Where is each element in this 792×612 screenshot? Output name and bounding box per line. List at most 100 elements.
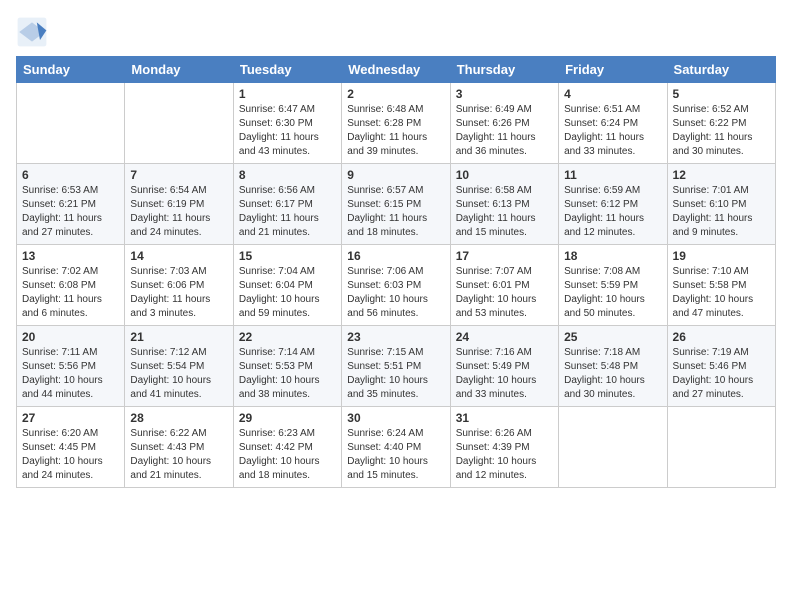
calendar-cell: 18 Sunrise: 7:08 AM Sunset: 5:59 PM Dayli… bbox=[559, 245, 667, 326]
day-info: Sunrise: 6:49 AM Sunset: 6:26 PM Dayligh… bbox=[456, 103, 553, 159]
day-info: Sunrise: 7:18 AM Sunset: 5:48 PM Dayligh… bbox=[564, 346, 661, 402]
calendar-cell: 17 Sunrise: 7:07 AM Sunset: 6:01 PM Dayli… bbox=[450, 245, 558, 326]
calendar-week-5: 27 Sunrise: 6:20 AM Sunset: 4:45 PM Dayli… bbox=[17, 407, 776, 488]
calendar-cell: 23Sunrise: 7:15 AM Sunset: 5:51 PM Dayli… bbox=[342, 326, 450, 407]
calendar-cell: 25 Sunrise: 7:18 AM Sunset: 5:48 PM Dayli… bbox=[559, 326, 667, 407]
day-number: 7 bbox=[130, 168, 227, 182]
day-info: Sunrise: 7:07 AM Sunset: 6:01 PM Dayligh… bbox=[456, 265, 553, 321]
calendar-cell bbox=[667, 407, 775, 488]
day-number: 3 bbox=[456, 87, 553, 101]
day-info: Sunrise: 7:10 AM Sunset: 5:58 PM Dayligh… bbox=[673, 265, 770, 321]
calendar-cell: 4Sunrise: 6:51 AM Sunset: 6:24 PM Daylig… bbox=[559, 83, 667, 164]
weekday-header-friday: Friday bbox=[559, 57, 667, 83]
calendar-week-2: 6 Sunrise: 6:53 AM Sunset: 6:21 PM Daylig… bbox=[17, 164, 776, 245]
day-number: 26 bbox=[673, 330, 770, 344]
calendar-cell: 21Sunrise: 7:12 AM Sunset: 5:54 PM Dayli… bbox=[125, 326, 233, 407]
weekday-header-wednesday: Wednesday bbox=[342, 57, 450, 83]
day-info: Sunrise: 6:48 AM Sunset: 6:28 PM Dayligh… bbox=[347, 103, 444, 159]
calendar-week-4: 20 Sunrise: 7:11 AM Sunset: 5:56 PM Dayli… bbox=[17, 326, 776, 407]
calendar-cell: 30 Sunrise: 6:24 AM Sunset: 4:40 PM Dayli… bbox=[342, 407, 450, 488]
calendar-cell: 14 Sunrise: 7:03 AM Sunset: 6:06 PM Dayli… bbox=[125, 245, 233, 326]
day-number: 17 bbox=[456, 249, 553, 263]
calendar-cell bbox=[125, 83, 233, 164]
calendar-cell: 10Sunrise: 6:58 AM Sunset: 6:13 PM Dayli… bbox=[450, 164, 558, 245]
calendar-cell: 2 Sunrise: 6:48 AM Sunset: 6:28 PM Daylig… bbox=[342, 83, 450, 164]
calendar-cell: 13 Sunrise: 7:02 AM Sunset: 6:08 PM Dayli… bbox=[17, 245, 125, 326]
weekday-header-saturday: Saturday bbox=[667, 57, 775, 83]
day-number: 16 bbox=[347, 249, 444, 263]
day-number: 28 bbox=[130, 411, 227, 425]
day-number: 12 bbox=[673, 168, 770, 182]
day-number: 27 bbox=[22, 411, 119, 425]
day-number: 22 bbox=[239, 330, 336, 344]
day-info: Sunrise: 7:06 AM Sunset: 6:03 PM Dayligh… bbox=[347, 265, 444, 321]
day-number: 25 bbox=[564, 330, 661, 344]
calendar-cell bbox=[17, 83, 125, 164]
day-number: 13 bbox=[22, 249, 119, 263]
day-number: 31 bbox=[456, 411, 553, 425]
calendar-cell: 15Sunrise: 7:04 AM Sunset: 6:04 PM Dayli… bbox=[233, 245, 341, 326]
day-number: 14 bbox=[130, 249, 227, 263]
calendar-cell: 20 Sunrise: 7:11 AM Sunset: 5:56 PM Dayli… bbox=[17, 326, 125, 407]
day-number: 4 bbox=[564, 87, 661, 101]
day-number: 30 bbox=[347, 411, 444, 425]
weekday-header-thursday: Thursday bbox=[450, 57, 558, 83]
weekday-header-row: SundayMondayTuesdayWednesdayThursdayFrid… bbox=[17, 57, 776, 83]
day-number: 2 bbox=[347, 87, 444, 101]
calendar-cell: 31 Sunrise: 6:26 AM Sunset: 4:39 PM Dayli… bbox=[450, 407, 558, 488]
day-info: Sunrise: 6:26 AM Sunset: 4:39 PM Dayligh… bbox=[456, 427, 553, 483]
day-info: Sunrise: 7:11 AM Sunset: 5:56 PM Dayligh… bbox=[22, 346, 119, 402]
weekday-header-sunday: Sunday bbox=[17, 57, 125, 83]
day-number: 24 bbox=[456, 330, 553, 344]
day-number: 20 bbox=[22, 330, 119, 344]
day-info: Sunrise: 7:03 AM Sunset: 6:06 PM Dayligh… bbox=[130, 265, 227, 321]
day-number: 11 bbox=[564, 168, 661, 182]
day-number: 8 bbox=[239, 168, 336, 182]
calendar-cell: 27 Sunrise: 6:20 AM Sunset: 4:45 PM Dayli… bbox=[17, 407, 125, 488]
calendar-cell: 29Sunrise: 6:23 AM Sunset: 4:42 PM Dayli… bbox=[233, 407, 341, 488]
day-info: Sunrise: 6:22 AM Sunset: 4:43 PM Dayligh… bbox=[130, 427, 227, 483]
calendar-cell: 26 Sunrise: 7:19 AM Sunset: 5:46 PM Dayli… bbox=[667, 326, 775, 407]
day-number: 9 bbox=[347, 168, 444, 182]
day-info: Sunrise: 6:47 AM Sunset: 6:30 PM Dayligh… bbox=[239, 103, 336, 159]
logo bbox=[16, 16, 52, 48]
day-info: Sunrise: 6:52 AM Sunset: 6:22 PM Dayligh… bbox=[673, 103, 770, 159]
day-info: Sunrise: 7:01 AM Sunset: 6:10 PM Dayligh… bbox=[673, 184, 770, 240]
day-number: 18 bbox=[564, 249, 661, 263]
weekday-header-monday: Monday bbox=[125, 57, 233, 83]
calendar-week-3: 13 Sunrise: 7:02 AM Sunset: 6:08 PM Dayli… bbox=[17, 245, 776, 326]
day-info: Sunrise: 6:23 AM Sunset: 4:42 PM Dayligh… bbox=[239, 427, 336, 483]
day-number: 10 bbox=[456, 168, 553, 182]
day-number: 1 bbox=[239, 87, 336, 101]
day-number: 15 bbox=[239, 249, 336, 263]
day-info: Sunrise: 7:14 AM Sunset: 5:53 PM Dayligh… bbox=[239, 346, 336, 402]
day-info: Sunrise: 6:59 AM Sunset: 6:12 PM Dayligh… bbox=[564, 184, 661, 240]
day-info: Sunrise: 7:02 AM Sunset: 6:08 PM Dayligh… bbox=[22, 265, 119, 321]
day-info: Sunrise: 7:08 AM Sunset: 5:59 PM Dayligh… bbox=[564, 265, 661, 321]
calendar-cell: 6 Sunrise: 6:53 AM Sunset: 6:21 PM Daylig… bbox=[17, 164, 125, 245]
calendar-cell: 16 Sunrise: 7:06 AM Sunset: 6:03 PM Dayli… bbox=[342, 245, 450, 326]
calendar-cell: 19 Sunrise: 7:10 AM Sunset: 5:58 PM Dayli… bbox=[667, 245, 775, 326]
calendar-cell: 1 Sunrise: 6:47 AM Sunset: 6:30 PM Daylig… bbox=[233, 83, 341, 164]
day-number: 6 bbox=[22, 168, 119, 182]
day-number: 23 bbox=[347, 330, 444, 344]
calendar-cell: 28 Sunrise: 6:22 AM Sunset: 4:43 PM Dayli… bbox=[125, 407, 233, 488]
day-info: Sunrise: 6:57 AM Sunset: 6:15 PM Dayligh… bbox=[347, 184, 444, 240]
day-number: 19 bbox=[673, 249, 770, 263]
day-info: Sunrise: 6:24 AM Sunset: 4:40 PM Dayligh… bbox=[347, 427, 444, 483]
weekday-header-tuesday: Tuesday bbox=[233, 57, 341, 83]
day-info: Sunrise: 6:20 AM Sunset: 4:45 PM Dayligh… bbox=[22, 427, 119, 483]
calendar-cell: 22 Sunrise: 7:14 AM Sunset: 5:53 PM Dayli… bbox=[233, 326, 341, 407]
calendar-table: SundayMondayTuesdayWednesdayThursdayFrid… bbox=[16, 56, 776, 488]
day-number: 21 bbox=[130, 330, 227, 344]
day-info: Sunrise: 6:54 AM Sunset: 6:19 PM Dayligh… bbox=[130, 184, 227, 240]
logo-icon bbox=[16, 16, 48, 48]
day-info: Sunrise: 6:53 AM Sunset: 6:21 PM Dayligh… bbox=[22, 184, 119, 240]
calendar-week-1: 1 Sunrise: 6:47 AM Sunset: 6:30 PM Daylig… bbox=[17, 83, 776, 164]
day-info: Sunrise: 7:19 AM Sunset: 5:46 PM Dayligh… bbox=[673, 346, 770, 402]
calendar-cell: 3 Sunrise: 6:49 AM Sunset: 6:26 PM Daylig… bbox=[450, 83, 558, 164]
calendar-cell: 8 Sunrise: 6:56 AM Sunset: 6:17 PM Daylig… bbox=[233, 164, 341, 245]
page-header bbox=[16, 16, 776, 48]
calendar-cell: 5Sunrise: 6:52 AM Sunset: 6:22 PM Daylig… bbox=[667, 83, 775, 164]
day-info: Sunrise: 6:56 AM Sunset: 6:17 PM Dayligh… bbox=[239, 184, 336, 240]
